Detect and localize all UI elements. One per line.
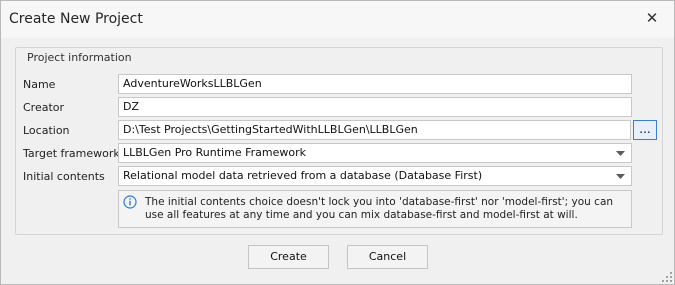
info-text: The initial contents choice doesn't lock… — [145, 196, 614, 221]
resize-grip-icon[interactable] — [662, 272, 672, 282]
info-panel: The initial contents choice doesn't lock… — [118, 190, 632, 228]
cancel-button[interactable]: Cancel — [347, 245, 428, 269]
framework-dropdown[interactable]: LLBLGen Pro Runtime Framework — [118, 143, 632, 163]
close-icon[interactable]: ✕ — [644, 10, 660, 26]
title-bar: Create New Project ✕ — [1, 1, 674, 38]
creator-label: Creator — [23, 101, 65, 114]
chevron-down-icon[interactable] — [615, 167, 627, 185]
create-button[interactable]: Create — [248, 245, 329, 269]
group-label: Project information — [23, 51, 136, 64]
name-field[interactable]: AdventureWorksLLBLGen — [118, 74, 632, 94]
location-label: Location — [23, 124, 70, 137]
framework-label: Target framework — [23, 147, 120, 160]
contents-label: Initial contents — [23, 170, 105, 183]
info-icon — [123, 195, 137, 209]
contents-dropdown[interactable]: Relational model data retrieved from a d… — [118, 166, 632, 186]
browse-button[interactable]: ... — [633, 120, 657, 140]
creator-field[interactable]: DZ — [118, 97, 632, 117]
chevron-down-icon[interactable] — [615, 144, 627, 162]
location-field[interactable]: D:\Test Projects\GettingStartedWithLLBLG… — [118, 120, 631, 140]
dialog-title: Create New Project — [9, 11, 143, 27]
contents-selected-value: Relational model data retrieved from a d… — [123, 169, 483, 182]
name-label: Name — [23, 78, 56, 91]
create-project-dialog: Create New Project ✕ Project information… — [0, 0, 675, 285]
framework-selected-value: LLBLGen Pro Runtime Framework — [123, 146, 306, 159]
